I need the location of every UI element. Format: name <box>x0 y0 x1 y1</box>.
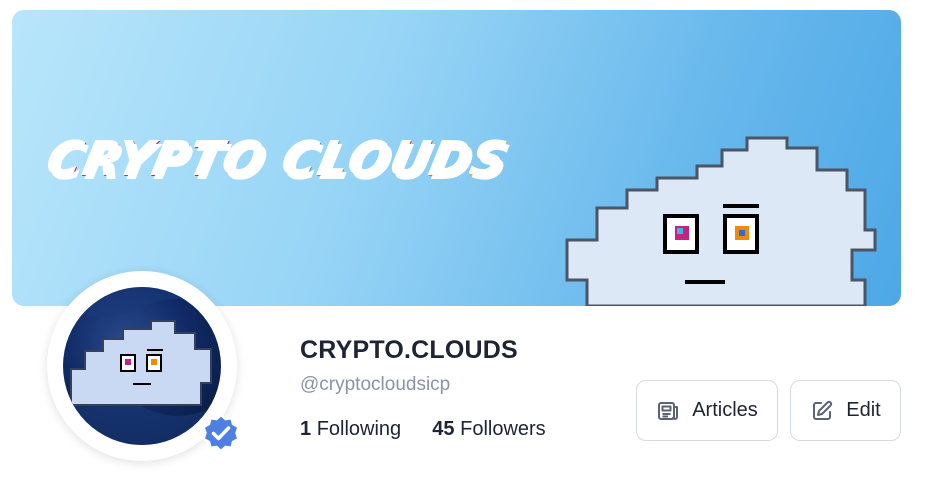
following-link[interactable]: 1 Following <box>300 418 407 440</box>
following-count: 1 <box>300 418 312 440</box>
followers-count: 45 <box>432 418 455 440</box>
profile-banner: CRYPTO CLOUDS <box>12 10 901 306</box>
banner-title-word-clouds: CLOUDS <box>277 132 514 188</box>
follow-stats: 1 Following 45 Followers <box>300 418 546 441</box>
articles-button-label: Articles <box>692 399 758 421</box>
newspaper-icon <box>658 401 679 420</box>
edit-profile-button[interactable]: Edit <box>790 380 901 441</box>
followers-label: Followers <box>460 418 546 440</box>
banner-title-word-crypto: CRYPTO <box>42 132 272 188</box>
edit-button-label: Edit <box>846 399 881 421</box>
followers-link[interactable]: 45 Followers <box>427 418 546 440</box>
profile-page: CRYPTO CLOUDS CRYPTO.CLOUDS @cryptocloud… <box>0 0 927 483</box>
avatar-cloud-image <box>63 287 221 445</box>
avatar[interactable] <box>63 287 221 445</box>
cloud-mascot-illustration <box>565 136 877 306</box>
articles-button[interactable]: Articles <box>636 380 778 441</box>
banner-title: CRYPTO CLOUDS <box>42 132 513 188</box>
verified-badge-icon <box>202 414 240 452</box>
profile-handle: @cryptocloudsicp <box>300 374 451 395</box>
edit-icon <box>813 400 833 420</box>
profile-display-name: CRYPTO.CLOUDS <box>300 336 518 364</box>
following-label: Following <box>316 418 402 440</box>
